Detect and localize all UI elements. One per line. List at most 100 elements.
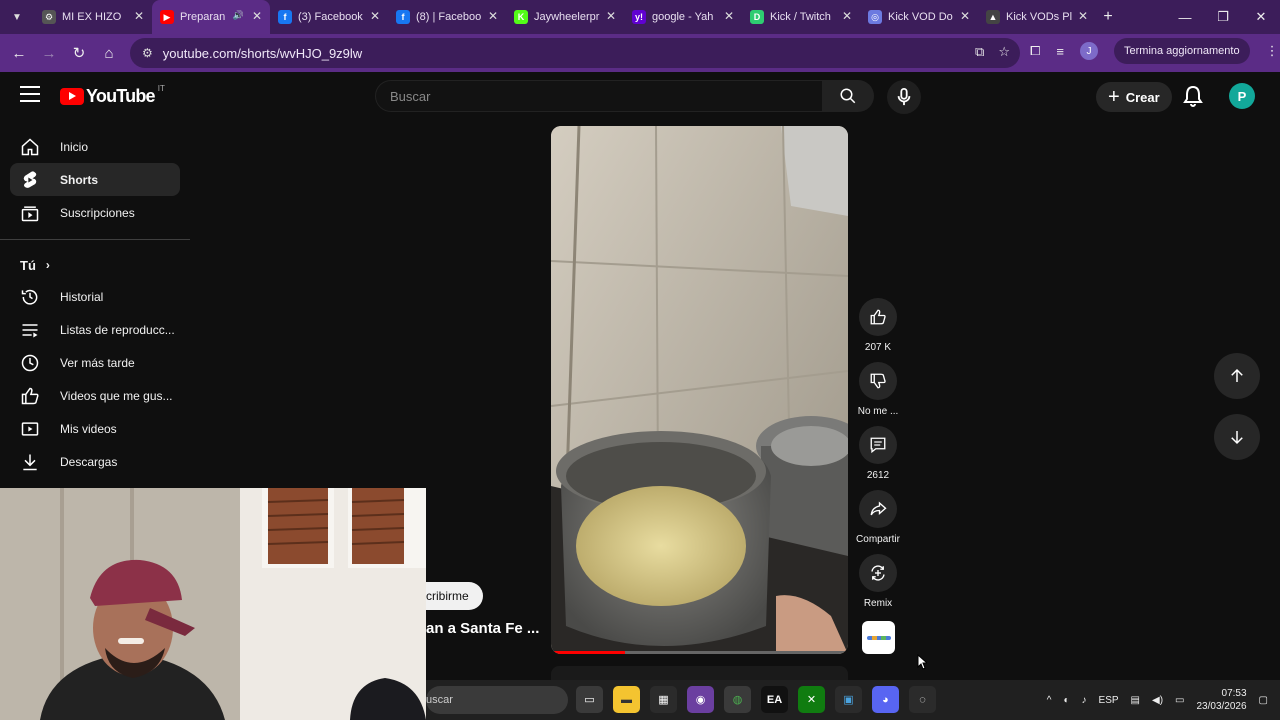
remix-button[interactable]	[859, 554, 897, 592]
xbox-icon[interactable]: ✕	[798, 686, 825, 713]
close-tab-icon[interactable]: ✕	[1078, 9, 1088, 23]
clock[interactable]: 07:53 23/03/2026	[1196, 687, 1246, 713]
sidebar-item-subscriptions[interactable]: Suscripciones	[10, 196, 180, 229]
comments-button[interactable]	[859, 426, 897, 464]
browser-profile-avatar[interactable]: J	[1080, 42, 1098, 60]
browser-tab[interactable]: f (3) Facebook ✕	[270, 0, 388, 34]
home-icon[interactable]: ⌂	[94, 45, 124, 62]
file-explorer-icon[interactable]: ▬	[613, 686, 640, 713]
browser-tab[interactable]: ⚙ MI EX HIZO ✕	[34, 0, 152, 34]
close-tab-icon[interactable]: ✕	[606, 9, 616, 23]
tab-title: google - Yah	[652, 11, 714, 23]
yahoo-icon: y!	[632, 10, 646, 24]
dislike-button[interactable]	[859, 362, 897, 400]
search-button[interactable]	[822, 80, 874, 112]
minimize-icon[interactable]: —	[1166, 0, 1204, 34]
reload-icon[interactable]: ↻	[64, 44, 94, 62]
update-button[interactable]: Termina aggiornamento	[1114, 38, 1250, 64]
browser-tab[interactable]: ▲ Kick VODs Pl ✕	[978, 0, 1096, 34]
close-tab-icon[interactable]: ✕	[724, 9, 734, 23]
close-tab-icon[interactable]: ✕	[370, 9, 380, 23]
notifications-bell-icon[interactable]	[1183, 85, 1203, 112]
store-icon[interactable]: ▦	[650, 686, 677, 713]
microphone-tray-icon[interactable]: ♪	[1082, 695, 1087, 706]
ea-icon[interactable]: EA	[761, 686, 788, 713]
browser-tab[interactable]: K Jaywheelerpr ✕	[506, 0, 624, 34]
short-video-player[interactable]	[551, 126, 848, 654]
close-tab-icon[interactable]: ✕	[960, 9, 970, 23]
battery-icon[interactable]: ▭	[1175, 695, 1184, 706]
steam-icon[interactable]: ◌	[909, 686, 936, 713]
taskbar-search[interactable]: uscar	[426, 686, 568, 714]
like-button[interactable]	[859, 298, 897, 336]
sidebar-item-label: Listas de reproducc...	[60, 322, 175, 337]
sidebar-item-downloads[interactable]: Descargas	[10, 445, 180, 478]
browser-tab[interactable]: ◎ Kick VOD Do ✕	[860, 0, 978, 34]
close-tab-icon[interactable]: ✕	[252, 9, 262, 23]
sidebar-item-watch-later[interactable]: Ver más tarde	[10, 346, 180, 379]
extensions-icon[interactable]: ⧠	[1030, 43, 1040, 59]
close-tab-icon[interactable]: ✕	[842, 9, 852, 23]
tray-app-icon[interactable]: ◐	[1063, 695, 1069, 706]
discord-icon[interactable]: ◕	[872, 686, 899, 713]
tab-list: ⚙ MI EX HIZO ✕ ▶ Preparan 🔊 ✕ f (3) Facebook ✕ f (8…	[34, 0, 1096, 34]
sidebar-item-my-videos[interactable]: Mis videos	[10, 412, 180, 445]
sidebar-item-shorts[interactable]: Shorts	[10, 163, 180, 196]
language-indicator[interactable]: ESP	[1099, 695, 1119, 706]
tab-search-chevron-icon[interactable]: ▼	[0, 0, 34, 34]
app-icon[interactable]: ◉	[687, 686, 714, 713]
forward-icon[interactable]: →	[34, 45, 64, 62]
browser-tab[interactable]: ▶ Preparan 🔊 ✕	[152, 0, 270, 34]
browser-tab[interactable]: y! google - Yah ✕	[624, 0, 742, 34]
sidebar-item-history[interactable]: Historial	[10, 280, 180, 313]
tab-audio-icon[interactable]: 🔊	[233, 10, 244, 21]
sidebar-item-liked[interactable]: Videos que me gus...	[10, 379, 180, 412]
close-tab-icon[interactable]: ✕	[488, 9, 498, 23]
new-tab-button[interactable]: +	[1096, 8, 1120, 26]
next-short-button[interactable]	[1214, 414, 1260, 460]
site-info-icon[interactable]: ⚙	[142, 46, 153, 60]
you-section-header[interactable]: Tú ›	[0, 250, 190, 280]
video-progress-bar[interactable]	[551, 651, 848, 654]
window-controls: — ❐ ✕	[1166, 0, 1280, 34]
browser-tab[interactable]: f (8) | Faceboo ✕	[388, 0, 506, 34]
sidebar-item-label: Videos que me gus...	[60, 388, 173, 403]
browser-toolbar: ← → ↻ ⌂ ⚙ youtube.com/shorts/wvHJO_9z9lw…	[0, 34, 1280, 72]
window-app-icon[interactable]: ▣	[835, 686, 862, 713]
share-button[interactable]	[859, 490, 897, 528]
youtube-logo[interactable]: YouTube IT	[60, 84, 165, 107]
system-tray: ^ ◐ ♪ ESP ▤ ◀) ▭ 07:53 23/03/2026 ▢	[1047, 680, 1268, 720]
close-window-icon[interactable]: ✕	[1242, 0, 1280, 34]
menu-hamburger-icon[interactable]	[20, 86, 40, 107]
my-videos-icon	[20, 419, 40, 439]
volume-icon[interactable]: ◀)	[1152, 695, 1163, 706]
network-icon[interactable]: ▤	[1131, 695, 1140, 706]
tab-title: (8) | Faceboo	[416, 11, 482, 23]
browser-menu-icon[interactable]: ⋮	[1266, 43, 1279, 59]
previous-short-button[interactable]	[1214, 353, 1260, 399]
create-button[interactable]: + Crear	[1096, 82, 1172, 112]
notification-center-icon[interactable]: ▢	[1259, 695, 1268, 706]
reading-list-icon[interactable]: ≡	[1056, 44, 1064, 59]
back-icon[interactable]: ←	[4, 45, 34, 62]
maximize-icon[interactable]: ❐	[1204, 0, 1242, 34]
voice-search-button[interactable]	[887, 80, 921, 114]
install-app-icon[interactable]: ⧉	[975, 44, 984, 60]
sound-thumbnail[interactable]	[862, 621, 895, 654]
search-input[interactable]: Buscar	[375, 80, 823, 112]
task-view-icon[interactable]: ▭	[576, 686, 603, 713]
share-icon	[870, 501, 887, 516]
sidebar-item-home[interactable]: Inicio	[10, 130, 180, 163]
close-tab-icon[interactable]: ✕	[134, 9, 144, 23]
short-title[interactable]: an a Santa Fe ...	[426, 620, 539, 637]
sidebar-item-playlists[interactable]: Listas de reproducc...	[10, 313, 180, 346]
tray-chevron-icon[interactable]: ^	[1047, 695, 1052, 706]
account-avatar[interactable]: P	[1229, 83, 1255, 109]
browser-tab[interactable]: D Kick / Twitch ✕	[742, 0, 860, 34]
bookmark-star-icon[interactable]: ☆	[998, 44, 1010, 60]
home-icon	[20, 137, 40, 157]
chevron-right-icon: ›	[45, 258, 50, 272]
chrome-icon[interactable]: ◍	[724, 686, 751, 713]
address-bar[interactable]: ⚙ youtube.com/shorts/wvHJO_9z9lw ⧉ ☆	[130, 38, 1020, 68]
tab-title: Kick / Twitch	[770, 11, 831, 23]
